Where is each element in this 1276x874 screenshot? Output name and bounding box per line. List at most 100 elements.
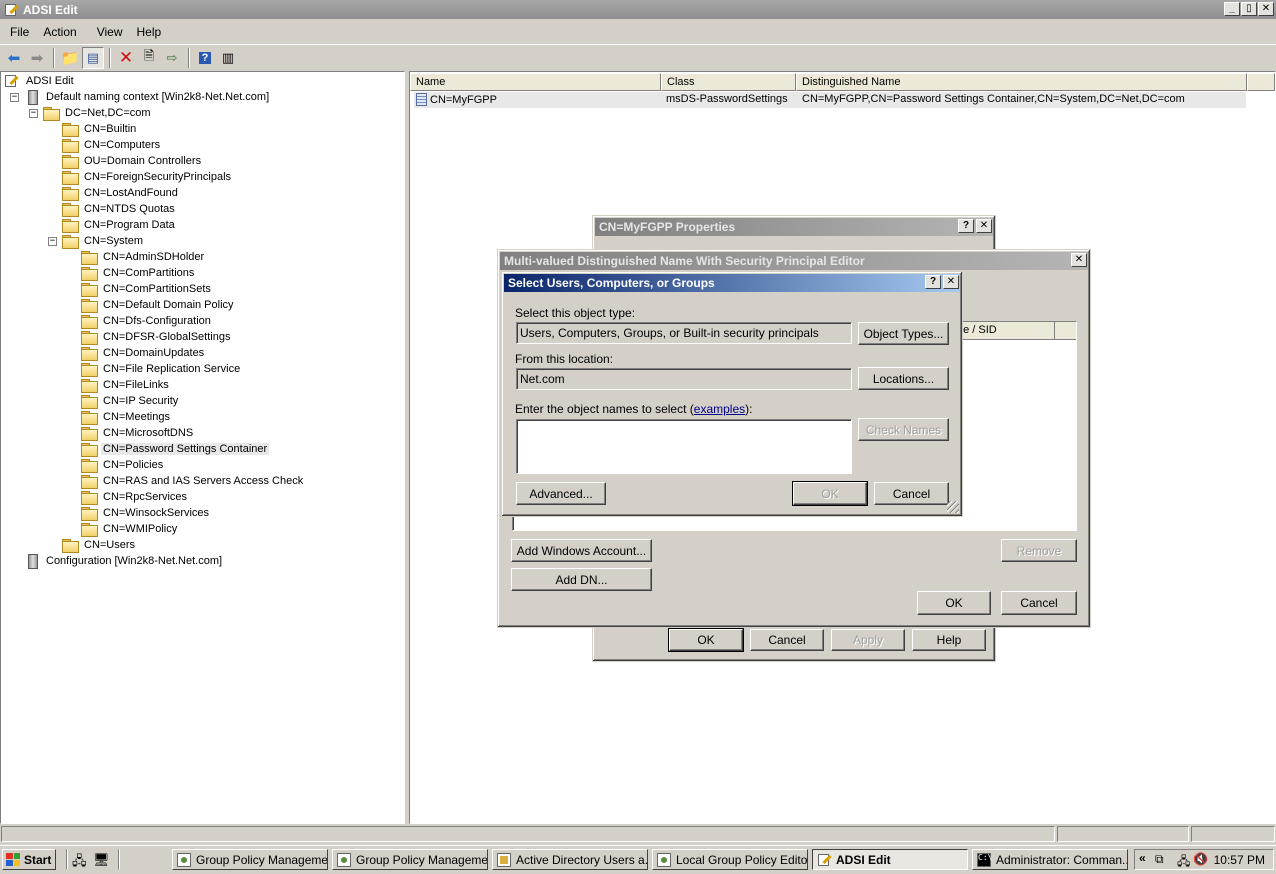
tree-node-item[interactable]: CN=Computers [62, 137, 162, 153]
window-title-bar[interactable]: ADSI Edit _ ▯ ✕ [0, 0, 1276, 19]
select-close-button[interactable]: ✕ [943, 275, 959, 289]
mv-ok-button[interactable]: OK [917, 591, 991, 615]
add-dn-button[interactable]: Add DN... [511, 568, 652, 591]
collapse-toggle[interactable]: − [48, 237, 57, 246]
taskbar-button-group-policy-management-2[interactable]: Group Policy Manageme... [332, 849, 488, 870]
tree-node-item[interactable]: CN=FileLinks [81, 377, 171, 393]
remove-button[interactable]: Remove [1001, 539, 1077, 562]
add-windows-account-button[interactable]: Add Windows Account... [511, 539, 652, 562]
back-button[interactable]: ⬅ [3, 47, 25, 69]
properties-cancel-button[interactable]: Cancel [750, 629, 824, 651]
delete-button[interactable]: ✕ [115, 47, 137, 69]
tree-node-item[interactable]: CN=Policies [81, 457, 165, 473]
mv-cancel-button[interactable]: Cancel [1001, 591, 1077, 615]
restore-button[interactable]: ▯ [1241, 2, 1257, 16]
tree-node-item[interactable]: CN=WMIPolicy [81, 521, 179, 537]
menu-file[interactable]: File [4, 23, 35, 41]
menu-help[interactable]: Help [131, 23, 168, 41]
properties-help-btn[interactable]: Help [912, 629, 986, 651]
tree-node-default-naming-context[interactable]: Default naming context [Win2k8-Net.Net.c… [25, 89, 271, 105]
tree-node-domain[interactable]: DC=Net,DC=com [43, 105, 153, 121]
taskbar-button-command-prompt[interactable]: Administrator: Comman... [972, 849, 1128, 870]
tree-node-item[interactable]: CN=ForeignSecurityPrincipals [62, 169, 233, 185]
mv-column-header-sid[interactable]: ne / SID [953, 322, 1055, 340]
taskbar-button-adsi-edit[interactable]: ADSI Edit [812, 849, 968, 870]
tree-node-item[interactable]: CN=Program Data [62, 217, 177, 233]
tree-node-configuration[interactable]: Configuration [Win2k8-Net.Net.com] [25, 553, 224, 569]
tray-network-icon[interactable]: ⧉ [1155, 852, 1164, 867]
tree-node-item[interactable]: OU=Domain Controllers [62, 153, 203, 169]
back-arrow-icon: ⬅ [7, 49, 21, 67]
taskbar-button-group-policy-management[interactable]: Group Policy Management [172, 849, 328, 870]
show-desktop-quicklaunch-icon[interactable]: 🖥 [93, 852, 110, 868]
tray-expand-chevron[interactable]: « [1139, 851, 1146, 865]
menu-action[interactable]: Action [37, 23, 82, 41]
tree-node-item[interactable]: CN=DomainUpdates [81, 345, 206, 361]
tree-node-item[interactable]: CN=WinsockServices [81, 505, 211, 521]
mv-dialog-title-bar[interactable]: Multi-valued Distinguished Name With Sec… [500, 252, 1088, 270]
select-users-dialog[interactable]: Select Users, Computers, or Groups ? ✕ S… [501, 271, 963, 517]
tree-node-item[interactable]: CN=Dfs-Configuration [81, 313, 213, 329]
tree-node-item[interactable]: CN=LostAndFound [62, 185, 180, 201]
mv-close-button[interactable]: ✕ [1071, 253, 1087, 267]
tree-node-item[interactable]: CN=ComPartitionSets [81, 281, 213, 297]
locations-button[interactable]: Locations... [858, 367, 949, 390]
tree-node-root[interactable]: ADSI Edit [5, 73, 76, 89]
tray-network-disconnected-icon[interactable]: 🖧 [1177, 852, 1190, 873]
examples-link[interactable]: examples [694, 402, 745, 416]
tree-node-item[interactable]: CN=NTDS Quotas [62, 201, 177, 217]
properties-close-button[interactable]: ✕ [976, 219, 992, 233]
properties-button[interactable]: 🗎 [138, 47, 160, 69]
tree-node-item[interactable]: CN=IP Security [81, 393, 180, 409]
tree-node-system[interactable]: CN=System [62, 233, 145, 249]
tray-volume-muted-icon[interactable]: 🔇 [1193, 852, 1208, 866]
forward-button[interactable]: ➡ [26, 47, 48, 69]
object-names-input[interactable] [516, 419, 852, 474]
tree-node-item[interactable]: CN=Meetings [81, 409, 172, 425]
select-dialog-title-bar[interactable]: Select Users, Computers, or Groups [504, 274, 960, 292]
show-hide-action-pane-button[interactable]: ▥ [217, 47, 239, 69]
tree-node-item[interactable]: CN=RAS and IAS Servers Access Check [81, 473, 305, 489]
list-row[interactable]: CN=MyFGPP msDS-PasswordSettings CN=MyFGP… [414, 92, 1246, 108]
taskbar-button-local-group-policy[interactable]: Local Group Policy Editor [652, 849, 808, 870]
tree-node-item[interactable]: CN=RpcServices [81, 489, 189, 505]
close-button[interactable]: ✕ [1258, 2, 1274, 16]
start-button[interactable]: Start [2, 849, 56, 870]
up-one-level-button[interactable]: 📁 [59, 47, 81, 69]
clock[interactable]: 10:57 PM [1214, 853, 1265, 867]
column-header-name[interactable]: Name [410, 73, 661, 91]
console-tree[interactable]: ADSI Edit − Default naming context [Win2… [0, 71, 405, 824]
column-header-dn[interactable]: Distinguished Name [796, 73, 1247, 91]
tree-node-users[interactable]: CN=Users [62, 537, 137, 553]
select-dialog-title: Select Users, Computers, or Groups [508, 276, 715, 290]
server-icon [28, 89, 38, 105]
collapse-toggle[interactable]: − [29, 109, 38, 118]
properties-dialog-title-bar[interactable]: CN=MyFGPP Properties [595, 218, 993, 236]
export-list-button[interactable]: ⇨ [161, 47, 183, 69]
collapse-toggle[interactable]: − [10, 93, 19, 102]
tree-node-item[interactable]: CN=AdminSDHolder [81, 249, 206, 265]
advanced-button[interactable]: Advanced... [516, 482, 606, 505]
select-ok-button[interactable]: OK [792, 481, 868, 506]
show-hide-console-tree-button[interactable]: ▤ [82, 46, 104, 69]
tree-node-item[interactable]: CN=Default Domain Policy [81, 297, 236, 313]
taskbar-button-ad-users[interactable]: Active Directory Users a... [492, 849, 648, 870]
tree-node-item[interactable]: CN=DFSR-GlobalSettings [81, 329, 232, 345]
select-cancel-button[interactable]: Cancel [874, 482, 949, 505]
help-button[interactable]: ? [194, 47, 216, 69]
resize-grip[interactable] [947, 501, 959, 513]
tree-node-item[interactable]: CN=Builtin [62, 121, 138, 137]
properties-apply-button[interactable]: Apply [831, 629, 905, 651]
select-help-button[interactable]: ? [925, 275, 941, 289]
tree-node-item[interactable]: CN=File Replication Service [81, 361, 242, 377]
tree-node-item[interactable]: CN=ComPartitions [81, 265, 196, 281]
minimize-button[interactable]: _ [1224, 2, 1240, 16]
check-names-button[interactable]: Check Names [858, 418, 949, 441]
tree-node-item[interactable]: CN=MicrosoftDNS [81, 425, 195, 441]
properties-ok-button[interactable]: OK [668, 628, 744, 652]
properties-help-button[interactable]: ? [958, 219, 974, 233]
tree-node-password-settings-container[interactable]: CN=Password Settings Container [81, 441, 270, 457]
object-types-button[interactable]: Object Types... [858, 322, 949, 345]
column-header-class[interactable]: Class [661, 73, 796, 91]
menu-view[interactable]: View [91, 23, 129, 41]
